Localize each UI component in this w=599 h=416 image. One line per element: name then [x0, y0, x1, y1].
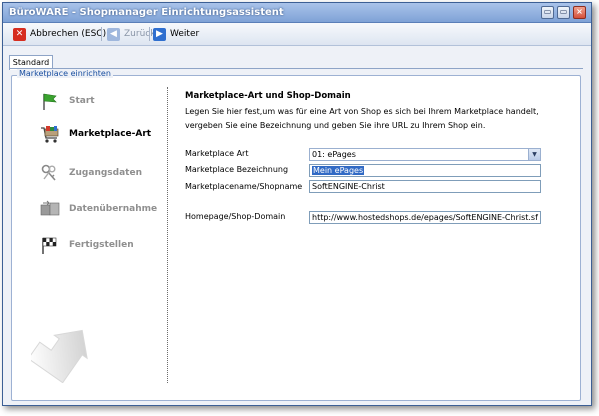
- step-label: Zugangsdaten: [69, 168, 142, 178]
- step-zugangsdaten: Zugangsdaten: [39, 163, 142, 183]
- next-label: Weiter: [170, 29, 200, 39]
- toolbar: ✕ Abbrechen (ESC) ◀ Zurück ▶ Weiter: [3, 23, 591, 46]
- marketplace-art-label: Marketplace Art: [185, 149, 249, 158]
- step-datenuebernahme: Datenübernahme: [39, 199, 157, 219]
- data-transfer-icon: [39, 199, 60, 219]
- next-button[interactable]: ▶ Weiter: [153, 26, 199, 42]
- step-start: Start: [39, 91, 95, 111]
- checkered-flag-icon: [39, 235, 59, 255]
- toolbar-separator: [101, 27, 102, 41]
- cancel-label: Abbrechen (ESC): [30, 29, 107, 39]
- step-label: Start: [69, 96, 95, 106]
- group-legend: Marketplace einrichten: [17, 69, 113, 78]
- step-fertigstellen: Fertigstellen: [39, 235, 134, 255]
- toolbar-separator: [149, 27, 150, 41]
- keys-icon: [39, 163, 59, 183]
- shopname-value: SoftENGINE-Christ: [312, 182, 385, 191]
- homepage-label: Homepage/Shop-Domain: [185, 212, 286, 221]
- wizard-window: BüroWARE - Shopmanager Einrichtungsassis…: [2, 2, 592, 406]
- wizard-arrow-graphic: [27, 321, 101, 384]
- step-label: Fertigstellen: [69, 240, 134, 250]
- cancel-button[interactable]: ✕ Abbrechen (ESC): [13, 26, 106, 42]
- minimize-button[interactable]: ▭: [541, 6, 554, 19]
- homepage-value: http://www.hostedshops.de/epages/SoftENG…: [312, 213, 538, 222]
- homepage-input[interactable]: http://www.hostedshops.de/epages/SoftENG…: [309, 211, 541, 224]
- step-label: Marketplace-Art: [69, 129, 152, 139]
- chevron-down-icon[interactable]: ▼: [528, 149, 540, 160]
- bezeichnung-label: Marketplace Bezeichnung: [185, 165, 289, 174]
- shopname-label: Marketplacename/Shopname: [185, 182, 303, 191]
- content-description: Legen Sie hier fest,um was für eine Art …: [185, 107, 539, 130]
- arrow-right-icon: ▶: [153, 27, 166, 41]
- step-label: Datenübernahme: [69, 204, 158, 214]
- window-title: BüroWARE - Shopmanager Einrichtungsassis…: [9, 7, 284, 18]
- close-button[interactable]: ×: [573, 6, 586, 19]
- shopname-input[interactable]: SoftENGINE-Christ: [309, 180, 541, 193]
- back-label: Zurück: [124, 29, 156, 39]
- sidebar-divider: [167, 87, 168, 383]
- flag-icon: [39, 91, 59, 111]
- step-marketplace-art: Marketplace-Art: [39, 124, 151, 144]
- shopping-cart-icon: [39, 124, 59, 144]
- marketplace-art-value: 01: ePages: [312, 150, 356, 159]
- cancel-icon: ✕: [13, 27, 26, 41]
- title-bar[interactable]: BüroWARE - Shopmanager Einrichtungsassis…: [3, 3, 591, 23]
- maximize-button[interactable]: ▭: [557, 6, 570, 19]
- content-heading: Marketplace-Art und Shop-Domain: [185, 91, 351, 101]
- arrow-left-icon: ◀: [107, 27, 120, 41]
- bezeichnung-input[interactable]: Mein ePages: [309, 164, 541, 177]
- bezeichnung-value: Mein ePages: [312, 166, 365, 175]
- marketplace-art-select[interactable]: 01: ePages ▼: [309, 148, 541, 161]
